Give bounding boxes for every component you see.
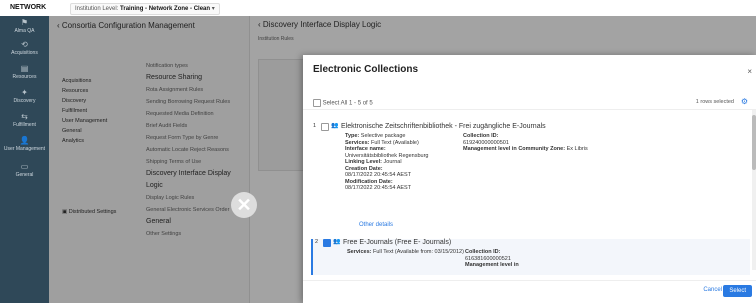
- rows-selected: 1 rows selected: [695, 99, 734, 105]
- item-number: 1: [313, 123, 317, 129]
- chevron-down-icon: ▾: [211, 6, 215, 12]
- dialog-footer: Cancel Select: [303, 280, 756, 303]
- select-button[interactable]: Select: [723, 285, 752, 297]
- field-value: 616381600000521: [465, 255, 511, 262]
- nav-user-management[interactable]: 👤 User Management: [0, 136, 49, 152]
- resources-icon: ▤: [20, 64, 29, 73]
- brand-logo: NETWORK: [10, 4, 47, 11]
- field-label: Collection ID:: [465, 249, 501, 255]
- electronic-collections-dialog: Electronic Collections × Select All 1 - …: [303, 55, 756, 303]
- selection-bar: Select All 1 - 5 of 5 1 rows selected ⚙: [303, 95, 756, 110]
- nav-icon: ⚑: [20, 18, 29, 27]
- user-icon: 👤: [19, 136, 30, 145]
- item-number: 2: [315, 239, 319, 245]
- item-fields-left: Services: Full Text (Available from: 03/…: [347, 249, 467, 256]
- other-details-link[interactable]: Other details: [359, 222, 393, 228]
- list-item: 2 👥 Free E-Journals (Free E- Journals) S…: [311, 239, 750, 275]
- select-all[interactable]: Select All 1 - 5 of 5: [313, 99, 373, 107]
- institution-value: Training - Network Zone - Clean: [120, 6, 211, 12]
- collection-name[interactable]: Free E-Journals (Free E- Journals): [343, 239, 451, 246]
- field-label: Creation Date:: [345, 165, 383, 172]
- field-value: Full Text (Available): [371, 139, 419, 146]
- field-value: Journal: [383, 159, 402, 165]
- general-icon: ▭: [20, 162, 29, 171]
- field-label: Type:: [345, 133, 360, 139]
- field-label: Modification Date:: [345, 178, 393, 185]
- cancel-button[interactable]: Cancel: [703, 287, 722, 293]
- field-value: Selective package: [360, 133, 406, 139]
- nav-label: User Management: [3, 146, 46, 152]
- discovery-icon: ✦: [21, 88, 28, 97]
- field-value: 08/17/2022 20:45:54 AEST: [345, 185, 412, 191]
- field-value: 08/17/2022 20:45:54 AEST: [345, 172, 412, 178]
- item-checkbox[interactable]: [323, 239, 331, 247]
- left-nav: ⚑ Alma QA ⟲ Acquisitions ▤ Resources ✦ Disco…: [0, 16, 49, 303]
- nav-label: Discovery: [13, 98, 36, 104]
- nav-acquisitions[interactable]: ⟲ Acquisitions: [0, 40, 49, 56]
- select-all-checkbox[interactable]: [313, 99, 321, 107]
- field-value: Ex Libris: [566, 146, 588, 152]
- acquisitions-icon: ⟲: [21, 40, 28, 49]
- close-icon[interactable]: ×: [747, 67, 752, 76]
- field-label: Linking Level:: [345, 159, 382, 165]
- nav-discovery[interactable]: ✦ Discovery: [0, 88, 49, 104]
- field-label: Management level in: [465, 262, 519, 268]
- institution-selector[interactable]: Institution Level: Training - Network Zo…: [70, 3, 220, 15]
- nav-label: Fulfillment: [13, 122, 36, 128]
- nav-resources[interactable]: ▤ Resources: [0, 64, 49, 80]
- item-checkbox[interactable]: [321, 123, 329, 131]
- field-label: Management level in Community Zone:: [463, 146, 566, 152]
- item-fields-left: Type: Selective package Services: Full T…: [345, 133, 465, 192]
- list-item: 1 👥 Elektronische Zeitschriftenbibliothe…: [313, 123, 748, 233]
- nav-label: General: [15, 172, 34, 178]
- field-value: Universitätsbibliothek Regensburg: [345, 152, 429, 159]
- fulfillment-icon: ⇆: [21, 112, 28, 121]
- item-fields-right: Collection ID: 619240000000501 Management…: [463, 133, 613, 153]
- select-all-label: Select All: [322, 100, 348, 107]
- group-icon: 👥: [333, 239, 341, 245]
- top-bar: NETWORK Institution Level: Training - Ne…: [0, 0, 756, 17]
- gear-icon[interactable]: ⚙: [741, 97, 748, 106]
- field-label: Collection ID:: [463, 133, 499, 139]
- field-value: Full Text (Available from: 03/15/2012): [373, 249, 464, 255]
- field-label: Services:: [345, 139, 370, 146]
- field-label: Interface name:: [345, 146, 386, 152]
- nav-fulfillment[interactable]: ⇆ Fulfillment: [0, 112, 49, 128]
- nav-general[interactable]: ▭ General: [0, 162, 49, 178]
- scrollbar-thumb[interactable]: [752, 115, 756, 170]
- group-icon: 👥: [331, 123, 339, 129]
- item-fields-right: Collection ID: 616381600000521 Management…: [465, 249, 615, 269]
- nav-alma-qa[interactable]: ⚑ Alma QA: [0, 18, 49, 34]
- nav-label: Alma QA: [14, 28, 35, 34]
- dialog-title: Electronic Collections: [313, 64, 419, 75]
- app-frame: NETWORK Institution Level: Training - Ne…: [0, 0, 756, 303]
- collection-name[interactable]: Elektronische Zeitschriftenbibliothek - …: [341, 123, 546, 130]
- field-value: 619240000000501: [463, 139, 509, 146]
- institution-prefix: Institution Level:: [75, 6, 119, 12]
- nav-label: Resources: [12, 74, 37, 80]
- field-label: Services:: [347, 249, 372, 255]
- nav-label: Acquisitions: [11, 50, 38, 56]
- close-icon[interactable]: ✕: [231, 192, 257, 218]
- result-range: 1 - 5 of 5: [349, 100, 373, 107]
